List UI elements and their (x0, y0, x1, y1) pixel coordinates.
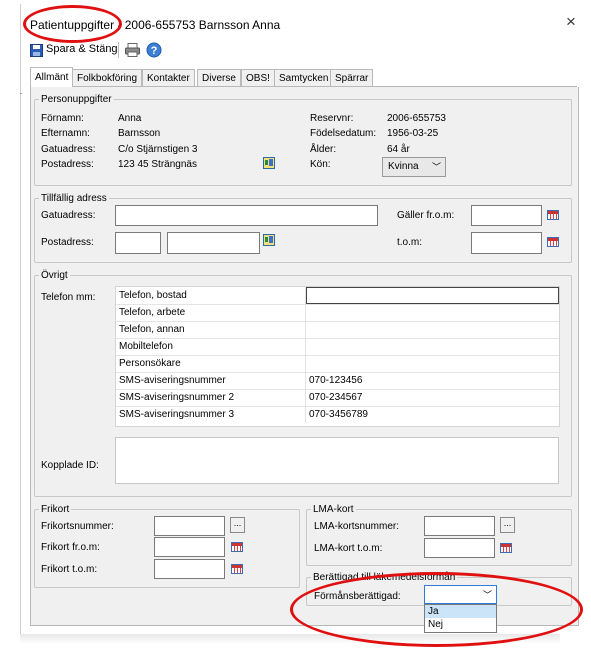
phone-row-value-input[interactable] (306, 287, 559, 304)
alder-label: Ålder: (310, 144, 337, 155)
save-close-button[interactable]: Spara & Stäng (46, 43, 118, 55)
temp-postort-input[interactable] (167, 232, 260, 254)
table-row[interactable]: Personsökare (116, 355, 559, 373)
calendar-icon[interactable] (231, 564, 243, 574)
frikortsnummer-input[interactable] (154, 516, 225, 536)
table-row[interactable]: Telefon, annan (116, 321, 559, 339)
table-row[interactable]: SMS-aviseringsnummer 3 070-3456789 (116, 406, 559, 423)
toolbar-divider (118, 42, 119, 58)
frikort-legend: Frikort (41, 504, 70, 515)
tab-kontakter[interactable]: Kontakter (142, 69, 195, 86)
tab-diverse[interactable]: Diverse (197, 69, 241, 86)
table-row[interactable]: Mobiltelefon (116, 338, 559, 356)
gatuadress-label: Gatuadress: (41, 144, 96, 155)
phone-row-label: SMS-aviseringsnummer (116, 372, 306, 389)
lma-browse-button[interactable]: ... (500, 517, 515, 533)
calendar-icon[interactable] (547, 237, 559, 247)
table-row[interactable]: SMS-aviseringsnummer 070-123456 (116, 372, 559, 390)
frikort-tom-label: Frikort t.o.m: (41, 564, 98, 575)
save-icon (30, 44, 43, 57)
temp-gatuadress-label: Gatuadress: (41, 210, 96, 221)
kon-label: Kön: (310, 159, 331, 170)
printer-icon[interactable] (125, 43, 140, 57)
personal-group: Personuppgifter (34, 94, 572, 186)
phone-row-label: Telefon, arbete (116, 304, 306, 321)
lma-tom-label: LMA-kort t.o.m: (314, 543, 383, 554)
phone-row-value[interactable] (306, 321, 559, 338)
table-row[interactable]: Telefon, bostad (116, 287, 559, 305)
phone-row-value[interactable]: 070-3456789 (306, 406, 559, 423)
galler-from-label: Gäller fr.o.m: (397, 210, 455, 221)
phone-row-value[interactable] (306, 338, 559, 355)
annotation-circle-title (23, 5, 122, 43)
fodelsedatum-value: 1956-03-25 (387, 128, 439, 139)
kon-select[interactable]: Kvinna ﹀ (382, 157, 446, 177)
chevron-down-icon: ﹀ (431, 162, 441, 172)
phone-row-label: Telefon, annan (116, 321, 306, 338)
efternamn-label: Efternamn: (41, 128, 90, 139)
lma-nummer-label: LMA-kortsnummer: (314, 521, 400, 532)
lma-legend: LMA-kort (313, 504, 354, 515)
tab-folkbokforing[interactable]: Folkbokföring (72, 69, 143, 86)
postadress-value: 123 45 Strängnäs (118, 159, 197, 170)
fornamn-value: Anna (118, 113, 142, 124)
frikort-from-input[interactable] (154, 537, 225, 557)
frikort-tom-input[interactable] (154, 559, 225, 579)
window-title-suffix: - 2006-655753 Barnsson Anna (117, 18, 281, 32)
reservnr-label: Reservnr: (310, 113, 354, 124)
temp-tom-input[interactable] (471, 232, 542, 254)
window-edge-tick (20, 93, 22, 94)
temp-address-legend: Tillfällig adress (41, 193, 107, 204)
reservnr-value: 2006-655753 (387, 113, 446, 124)
phone-row-label: SMS-aviseringsnummer 3 (116, 406, 306, 423)
galler-from-input[interactable] (471, 205, 542, 226)
phone-row-label: SMS-aviseringsnummer 2 (116, 389, 306, 406)
other-legend: Övrigt (41, 270, 68, 281)
alder-value: 64 år (387, 144, 410, 155)
frikort-browse-button[interactable]: ... (230, 517, 245, 533)
svg-text:?: ? (151, 45, 158, 57)
efternamn-value: Barnsson (118, 128, 161, 139)
fodelsedatum-label: Födelsedatum: (310, 128, 377, 139)
phone-table: Telefon, bostad Telefon, arbete Telefon,… (115, 286, 560, 427)
map-icon[interactable] (263, 157, 275, 169)
gatuadress-value: C/o Stjärnstigen 3 (118, 144, 198, 155)
temp-gatuadress-input[interactable] (115, 205, 378, 226)
phone-row-label: Mobiltelefon (116, 338, 306, 355)
phone-row-value[interactable] (306, 355, 559, 372)
calendar-icon[interactable] (500, 543, 512, 553)
tab-samtycken[interactable]: Samtycken (274, 69, 334, 86)
close-button[interactable]: × (566, 13, 576, 30)
personal-legend: Personuppgifter (41, 94, 112, 105)
telefon-label: Telefon mm: (41, 292, 96, 303)
help-icon[interactable]: ? (146, 42, 162, 58)
calendar-icon[interactable] (231, 542, 243, 552)
phone-row-value[interactable]: 070-123456 (306, 372, 559, 389)
table-row[interactable]: SMS-aviseringsnummer 2 070-234567 (116, 389, 559, 407)
kon-selected-value: Kvinna (388, 161, 419, 172)
annotation-circle-formansberattigad (290, 572, 583, 647)
lma-nummer-input[interactable] (424, 516, 495, 536)
frikortsnummer-label: Frikortsnummer: (41, 521, 114, 532)
fornamn-label: Förnamn: (41, 113, 84, 124)
temp-tom-label: t.o.m: (397, 237, 423, 248)
kopplade-id-field[interactable] (115, 437, 559, 484)
table-row[interactable]: Telefon, arbete (116, 304, 559, 322)
kopplade-id-label: Kopplade ID: (41, 460, 99, 471)
frikort-from-label: Frikort fr.o.m: (41, 542, 100, 553)
calendar-icon[interactable] (547, 210, 559, 220)
temp-postnummer-input[interactable] (115, 232, 161, 254)
phone-row-label: Personsökare (116, 355, 306, 372)
tab-obs[interactable]: OBS! (241, 69, 275, 86)
map-icon[interactable] (263, 234, 275, 246)
phone-row-value[interactable] (306, 304, 559, 321)
tab-sparrar[interactable]: Spärrar (330, 69, 374, 86)
lma-tom-input[interactable] (424, 538, 495, 558)
postadress-label: Postadress: (41, 159, 94, 170)
temp-postadress-label: Postadress: (41, 237, 94, 248)
tab-allmant[interactable]: Allmänt (30, 67, 74, 87)
phone-row-label: Telefon, bostad (116, 287, 306, 304)
phone-row-value[interactable]: 070-234567 (306, 389, 559, 406)
